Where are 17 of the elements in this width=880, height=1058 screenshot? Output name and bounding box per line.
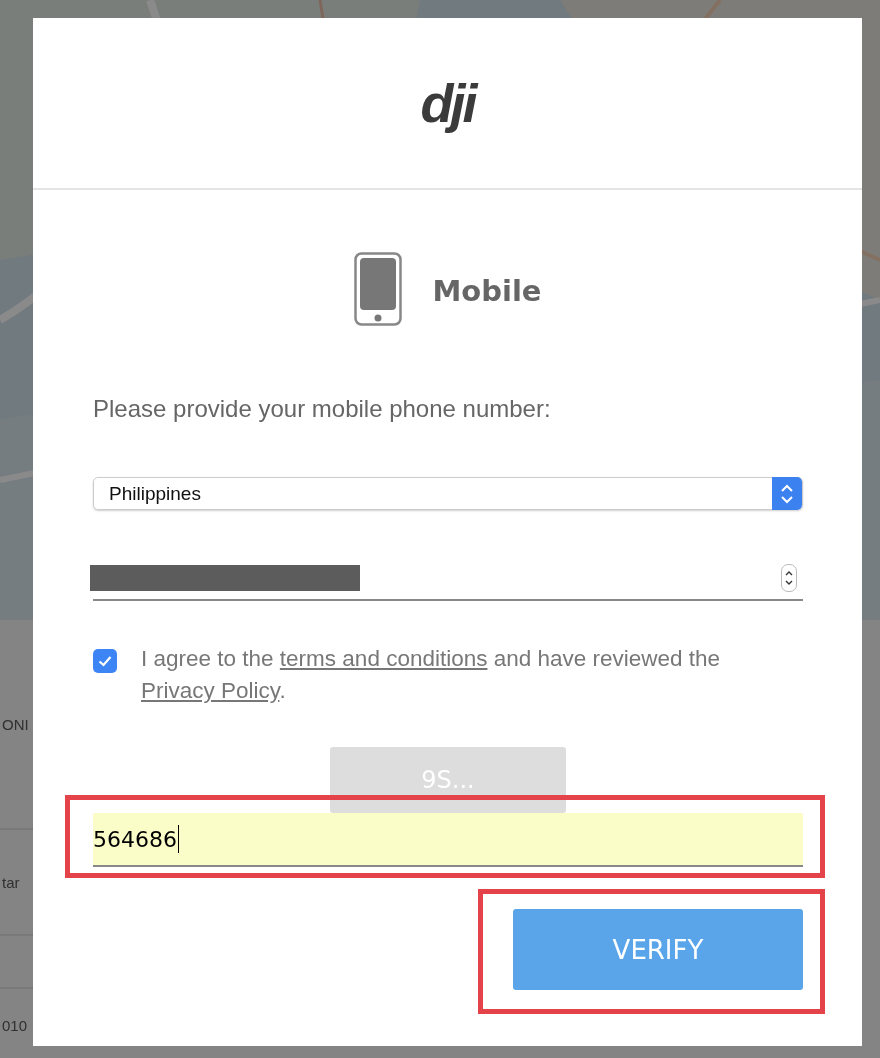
stepper-icon	[784, 569, 794, 587]
prompt-text: Please provide your mobile phone number:	[93, 394, 552, 424]
verify-button[interactable]: VERIFY	[513, 909, 803, 990]
code-field[interactable]: 564686	[93, 813, 803, 867]
terms-link[interactable]: terms and conditions	[279, 646, 488, 671]
phone-icon	[354, 252, 403, 326]
privacy-link[interactable]: Privacy Policy	[141, 678, 280, 703]
agreement-text: I agree to the terms and conditions and have reviewed the Privacy Policy.	[141, 645, 722, 705]
background-text: 010	[2, 1017, 28, 1034]
country-select[interactable]: Philippines	[93, 477, 803, 510]
background-text: tar	[2, 873, 20, 891]
method-title: Mobile	[432, 274, 542, 308]
background-text: ONI	[2, 715, 29, 733]
checkmark-icon	[98, 655, 112, 667]
agree-checkbox[interactable]	[93, 649, 117, 673]
chevron-icon	[780, 482, 794, 505]
logo: dji	[420, 72, 475, 134]
